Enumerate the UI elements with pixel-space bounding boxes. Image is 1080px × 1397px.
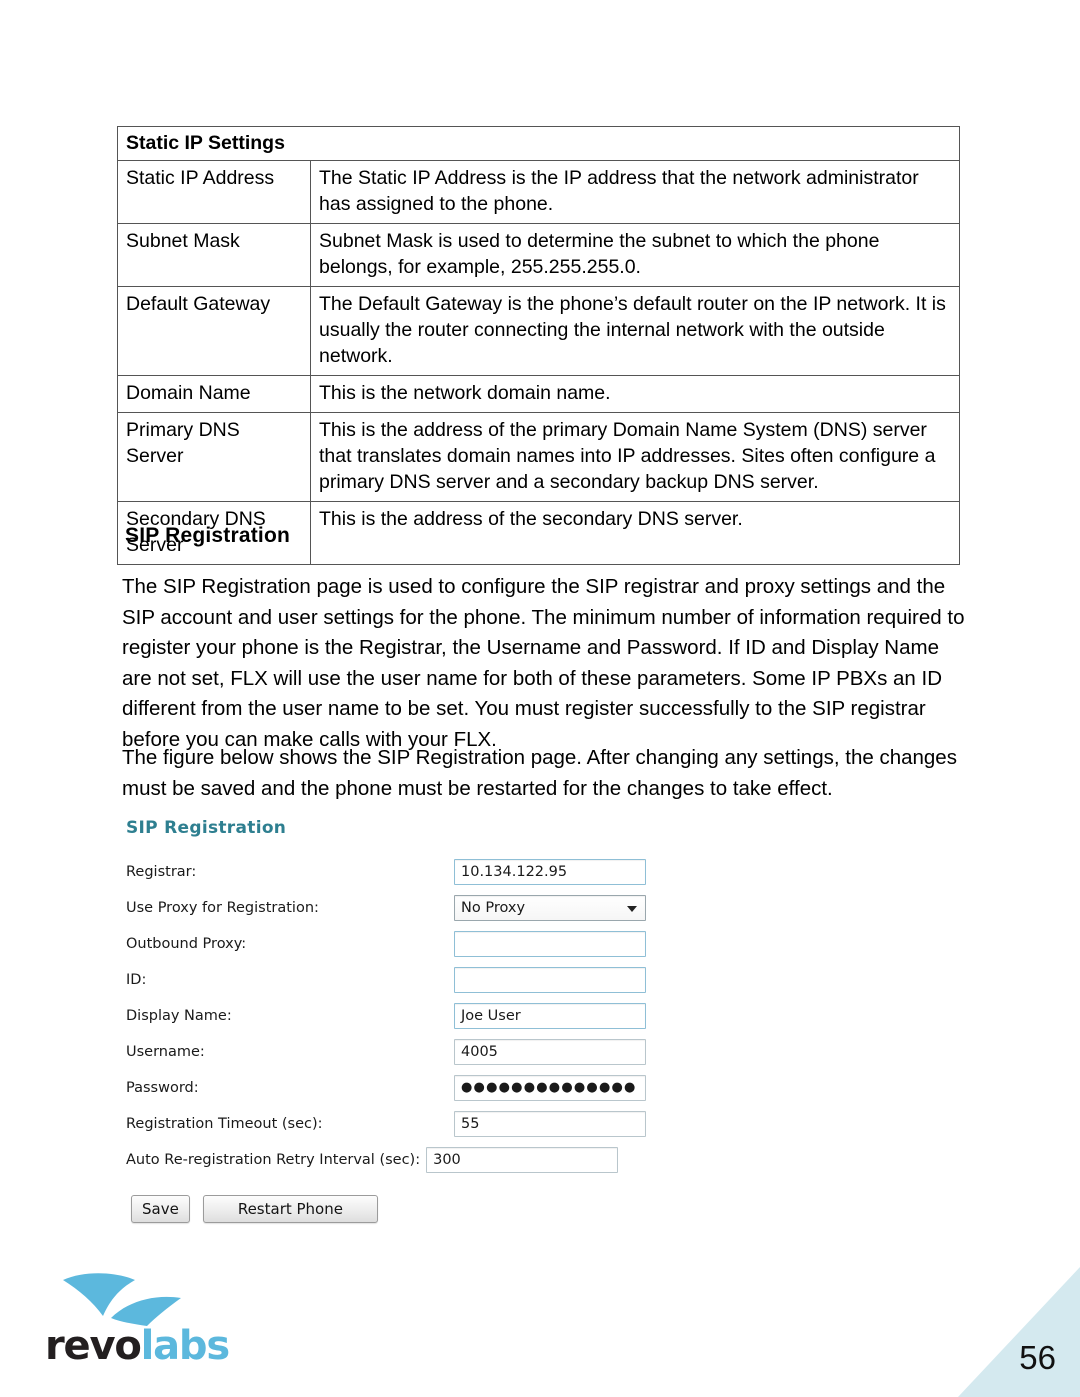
id-input[interactable] xyxy=(454,967,646,993)
form-row-password: Password: ●●●●●●●●●●●●●● xyxy=(126,1075,686,1101)
table-row: Domain Name This is the network domain n… xyxy=(117,375,960,413)
form-button-row: Save Restart Phone xyxy=(126,1195,686,1223)
form-row-retry-interval: Auto Re-registration Retry Interval (sec… xyxy=(126,1147,686,1173)
static-ip-settings-table: Static IP Settings Static IP Address The… xyxy=(117,126,960,565)
table-cell-value: The Default Gateway is the phone’s defau… xyxy=(310,286,960,376)
table-cell-value: Subnet Mask is used to determine the sub… xyxy=(310,223,960,287)
outbound-proxy-label: Outbound Proxy: xyxy=(126,936,247,952)
sip-registration-figure: SIP Registration Registrar: 10.134.122.9… xyxy=(126,818,686,1223)
revolabs-wordmark: revolabs xyxy=(45,1323,231,1369)
restart-phone-button[interactable]: Restart Phone xyxy=(202,1195,378,1223)
table-cell-key: Subnet Mask xyxy=(117,223,311,287)
table-cell-value: This is the address of the primary Domai… xyxy=(310,412,960,502)
logo-text-revo: revo xyxy=(45,1323,142,1369)
table-cell-value: This is the address of the secondary DNS… xyxy=(310,501,960,565)
retry-interval-input[interactable]: 300 xyxy=(426,1147,619,1173)
body-paragraph-2: The figure below shows the SIP Registrat… xyxy=(122,746,957,800)
registrar-input[interactable]: 10.134.122.95 xyxy=(454,859,646,885)
table-cell-key: Primary DNS Server xyxy=(117,412,311,502)
table-row: Static IP Address The Static IP Address … xyxy=(117,160,960,224)
form-row-registration-timeout: Registration Timeout (sec): 55 xyxy=(126,1111,686,1137)
retry-interval-label: Auto Re-registration Retry Interval (sec… xyxy=(126,1152,421,1168)
outbound-proxy-input[interactable] xyxy=(454,931,646,957)
table-row: Default Gateway The Default Gateway is t… xyxy=(117,286,960,376)
form-row-registrar: Registrar: 10.134.122.95 xyxy=(126,859,686,885)
registration-timeout-label: Registration Timeout (sec): xyxy=(126,1116,323,1132)
form-row-display-name: Display Name: Joe User xyxy=(126,1003,686,1029)
revolabs-bird-icon xyxy=(63,1273,181,1326)
form-row-username: Username: 4005 xyxy=(126,1039,686,1065)
logo-text-labs: labs xyxy=(140,1323,231,1369)
display-name-label: Display Name: xyxy=(126,1008,232,1024)
use-proxy-select[interactable]: No Proxy xyxy=(454,895,646,921)
section-heading: SIP Registration xyxy=(125,524,291,547)
use-proxy-selected-value: No Proxy xyxy=(461,900,526,916)
page-number: 56 xyxy=(1019,1339,1056,1376)
table-header-title: Static IP Settings xyxy=(117,126,960,161)
registrar-label: Registrar: xyxy=(126,864,197,880)
use-proxy-label: Use Proxy for Registration: xyxy=(126,900,319,916)
table-cell-value: The Static IP Address is the IP address … xyxy=(310,160,960,224)
registration-timeout-input[interactable]: 55 xyxy=(454,1111,646,1137)
username-input[interactable]: 4005 xyxy=(454,1039,646,1065)
table-cell-key: Domain Name xyxy=(117,375,311,413)
display-name-input[interactable]: Joe User xyxy=(454,1003,646,1029)
form-row-outbound-proxy: Outbound Proxy: xyxy=(126,931,686,957)
save-button[interactable]: Save xyxy=(131,1195,190,1223)
revolabs-logo: revolabs xyxy=(45,1272,245,1377)
password-input[interactable]: ●●●●●●●●●●●●●● xyxy=(454,1075,646,1101)
form-row-id: ID: xyxy=(126,967,686,993)
username-label: Username: xyxy=(126,1044,205,1060)
table-cell-key: Static IP Address xyxy=(117,160,311,224)
table-cell-key: Default Gateway xyxy=(117,286,311,376)
password-label: Password: xyxy=(126,1080,199,1096)
id-label: ID: xyxy=(126,972,147,988)
table-row: Subnet Mask Subnet Mask is used to deter… xyxy=(117,223,960,287)
app-page-title: SIP Registration xyxy=(126,818,287,838)
table-row: Primary DNS Server This is the address o… xyxy=(117,412,960,502)
form-row-use-proxy: Use Proxy for Registration: No Proxy xyxy=(126,895,686,921)
corner-decoration xyxy=(958,1267,1080,1397)
table-cell-value: This is the network domain name. xyxy=(310,375,960,413)
chevron-down-icon xyxy=(627,906,637,912)
body-paragraph-1: The SIP Registration page is used to con… xyxy=(122,575,965,751)
table-header-row: Static IP Settings xyxy=(117,126,960,161)
